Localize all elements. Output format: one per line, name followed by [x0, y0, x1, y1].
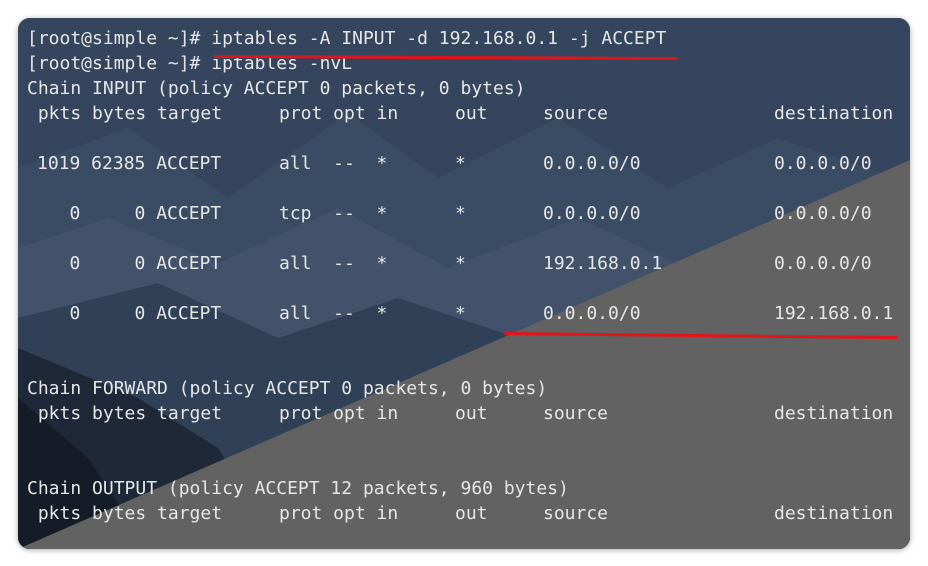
input-row-4-out: *: [455, 303, 466, 324]
input-row-4-destination: 192.168.0.1: [774, 303, 894, 324]
forward-header-prot-opt-in: prot opt in: [279, 403, 399, 424]
input-chain-title: Chain INPUT (policy ACCEPT 0 packets, 0 …: [27, 78, 526, 99]
input-row-2-source: 0.0.0.0/0: [543, 203, 641, 224]
forward-chain-title: Chain FORWARD (policy ACCEPT 0 packets, …: [27, 378, 548, 399]
output-chain-title: Chain OUTPUT (policy ACCEPT 12 packets, …: [27, 478, 569, 499]
input-row-4-source: 0.0.0.0/0: [543, 303, 641, 324]
input-header-source: source: [543, 103, 609, 124]
input-row-3-counts-target: 0 0 ACCEPT: [37, 253, 222, 274]
input-header-destination: destination: [774, 103, 894, 124]
output-header-source: source: [543, 503, 609, 524]
command-line-1: [root@simple ~]# iptables -A INPUT -d 19…: [27, 28, 667, 49]
input-row-1-counts-target: 1019 62385 ACCEPT: [37, 153, 222, 174]
input-row-1-source: 0.0.0.0/0: [543, 153, 641, 174]
output-header-out: out: [455, 503, 488, 524]
input-row-3-destination: 0.0.0.0/0: [774, 253, 872, 274]
input-row-4-counts-target: 0 0 ACCEPT: [37, 303, 222, 324]
input-row-3-source: 192.168.0.1: [543, 253, 663, 274]
output-header-prot-opt-in: prot opt in: [279, 503, 399, 524]
input-row-2-counts-target: 0 0 ACCEPT: [37, 203, 222, 224]
input-header-pkts-bytes-target: pkts bytes target: [27, 103, 223, 124]
terminal-output: [root@simple ~]# iptables -A INPUT -d 19…: [18, 18, 910, 549]
input-row-3-out: *: [455, 253, 466, 274]
forward-header-source: source: [543, 403, 609, 424]
input-row-2-prot-opt-in: tcp -- *: [279, 203, 388, 224]
input-row-1-prot-opt-in: all -- *: [279, 153, 388, 174]
input-header-out: out: [455, 103, 488, 124]
input-row-2-destination: 0.0.0.0/0: [774, 203, 872, 224]
input-row-2-out: *: [455, 203, 466, 224]
output-header-destination: destination: [774, 503, 894, 524]
input-row-4-prot-opt-in: all -- *: [279, 303, 388, 324]
forward-header-out: out: [455, 403, 488, 424]
forward-header-pkts-bytes-target: pkts bytes target: [27, 403, 223, 424]
output-header-pkts-bytes-target: pkts bytes target: [27, 503, 223, 524]
input-row-1-out: *: [455, 153, 466, 174]
input-row-1-destination: 0.0.0.0/0: [774, 153, 872, 174]
forward-header-destination: destination: [774, 403, 894, 424]
input-header-prot-opt-in: prot opt in: [279, 103, 399, 124]
input-row-3-prot-opt-in: all -- *: [279, 253, 388, 274]
terminal-window[interactable]: [root@simple ~]# iptables -A INPUT -d 19…: [18, 18, 910, 549]
